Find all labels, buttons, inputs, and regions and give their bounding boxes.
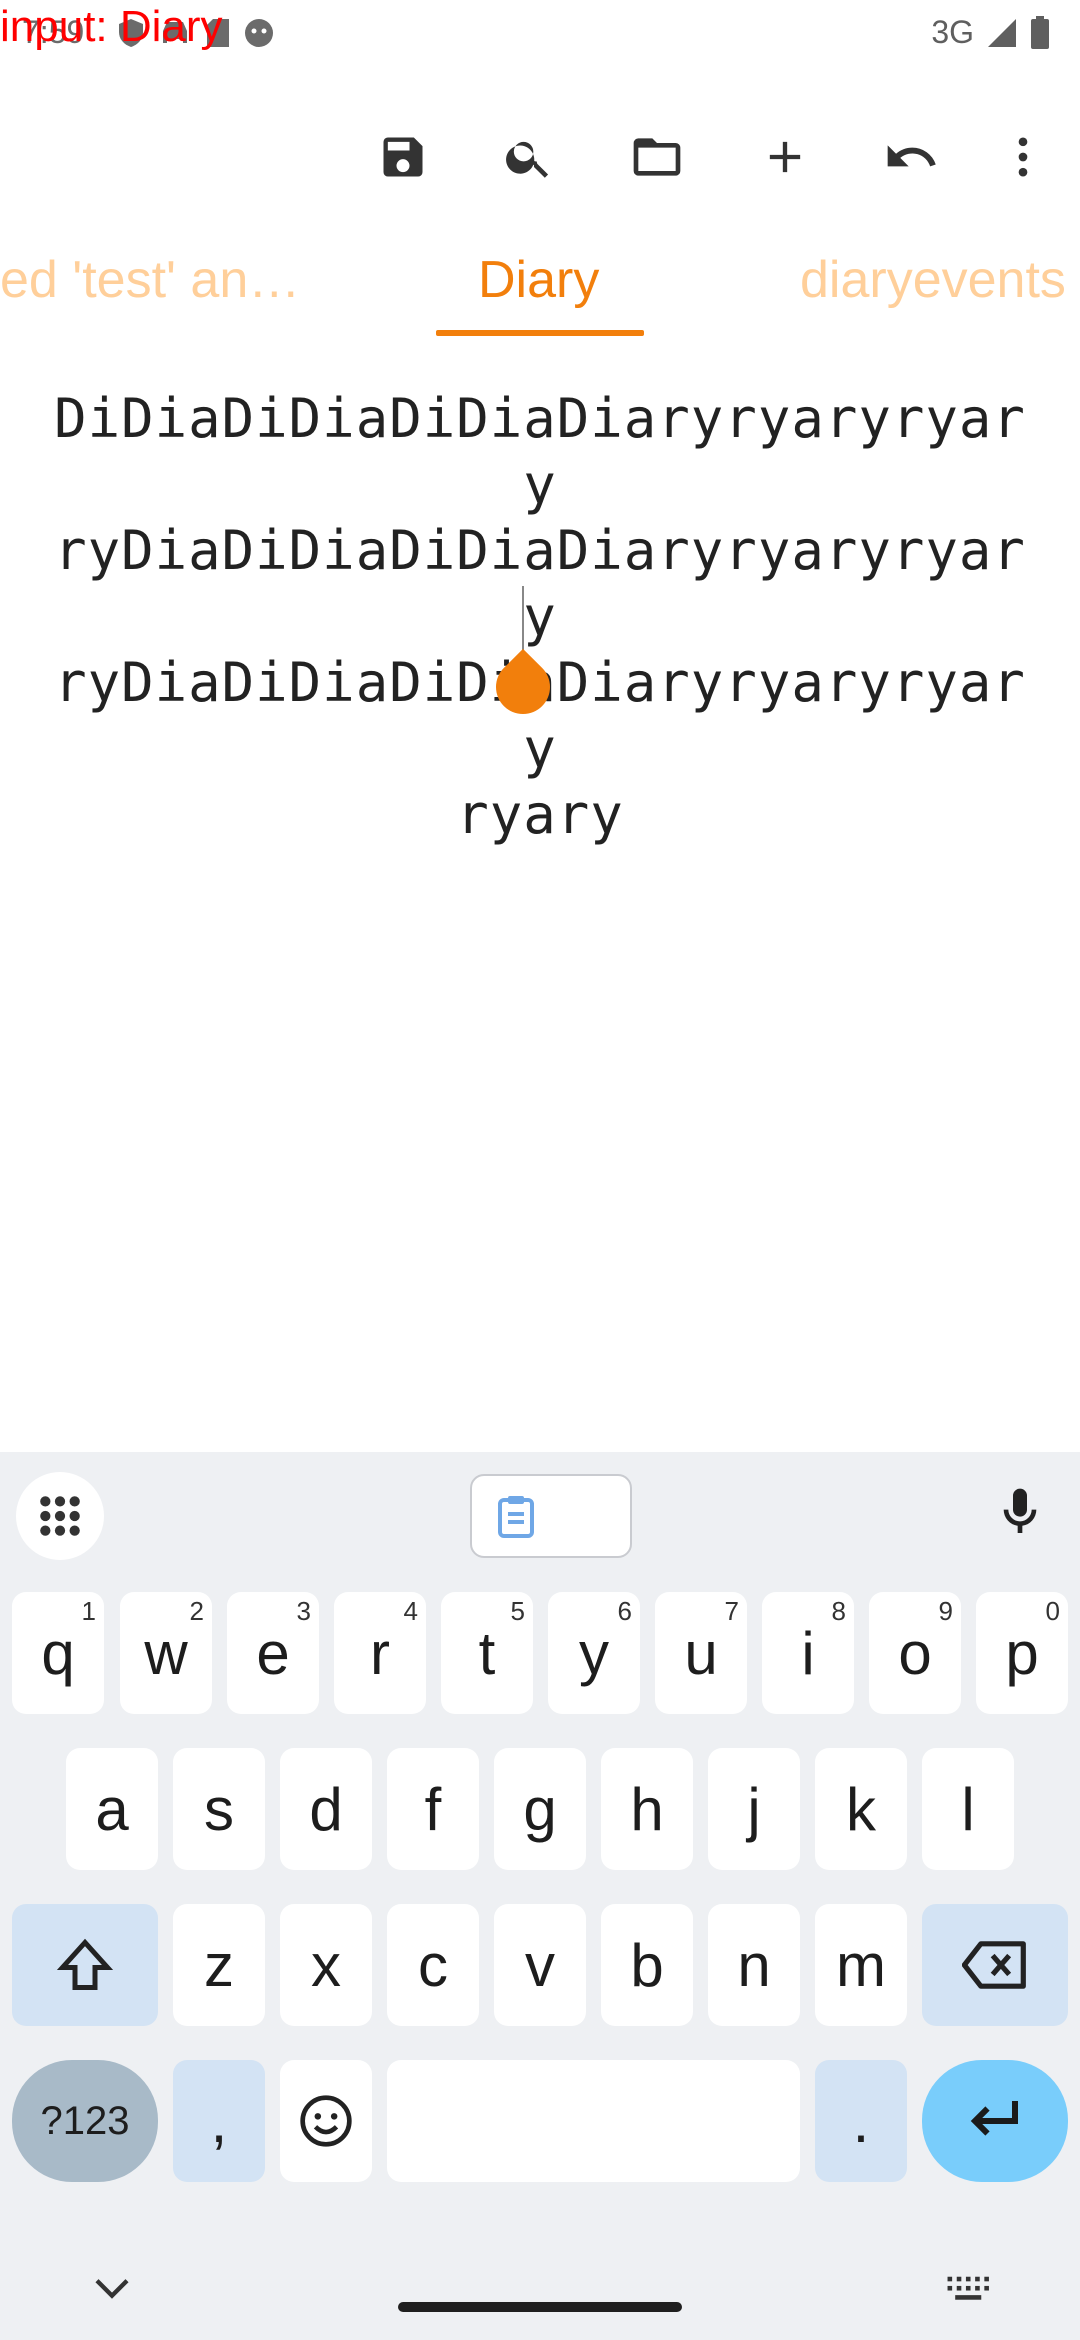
- key-m[interactable]: m: [815, 1904, 907, 2026]
- voice-input-button[interactable]: [992, 1484, 1048, 1545]
- comma-key[interactable]: ,: [173, 2060, 265, 2182]
- key-z[interactable]: z: [173, 1904, 265, 2026]
- key-i[interactable]: i8: [762, 1592, 854, 1714]
- tab-previous[interactable]: ed 'test' an…: [0, 250, 300, 310]
- key-l[interactable]: l: [922, 1748, 1014, 1870]
- keyboard-toolbar: [0, 1452, 1080, 1562]
- editor-line: ryary: [456, 783, 624, 846]
- soft-keyboard: q1 w2 e3 r4 t5 y6 u7 i8 o9 p0 a s d f g …: [0, 1452, 1080, 2340]
- key-y[interactable]: y6: [548, 1592, 640, 1714]
- editor-line: DiDiaDiDiaDiDiaDiaryryaryryary: [54, 387, 1026, 516]
- key-b[interactable]: b: [601, 1904, 693, 2026]
- folder-icon: [633, 138, 681, 176]
- key-t[interactable]: t5: [441, 1592, 533, 1714]
- keyboard-nav-bar: [0, 2222, 1080, 2340]
- battery-icon: [1031, 15, 1049, 49]
- key-a[interactable]: a: [66, 1748, 158, 1870]
- key-h[interactable]: h: [601, 1748, 693, 1870]
- enter-icon: [970, 2101, 1018, 2136]
- file-tabs: ed 'test' an… Diary diaryevents: [0, 240, 1080, 340]
- gesture-nav-handle[interactable]: [398, 2302, 682, 2312]
- shift-icon: [56, 1938, 114, 1990]
- key-r[interactable]: r4: [334, 1592, 426, 1714]
- tab-diary[interactable]: Diary: [478, 250, 599, 310]
- key-k[interactable]: k: [815, 1748, 907, 1870]
- status-bar: 7:59 input: Diary 3G: [0, 0, 1080, 72]
- key-o[interactable]: o9: [869, 1592, 961, 1714]
- key-c[interactable]: c: [387, 1904, 479, 2026]
- key-s[interactable]: s: [173, 1748, 265, 1870]
- status-right: 3G: [931, 14, 1050, 51]
- key-g[interactable]: g: [494, 1748, 586, 1870]
- key-w[interactable]: w2: [120, 1592, 212, 1714]
- editor-line: ryDiaDiDiaDiDiaDiaryryaryryary: [54, 519, 1026, 648]
- open-folder-button[interactable]: [612, 112, 702, 202]
- emoji-key[interactable]: [280, 2060, 372, 2182]
- more-options-button[interactable]: [978, 112, 1068, 202]
- key-j[interactable]: j: [708, 1748, 800, 1870]
- key-x[interactable]: x: [280, 1904, 372, 2026]
- grid-icon: [40, 1496, 80, 1536]
- microphone-icon: [1003, 1488, 1037, 1533]
- space-key[interactable]: [387, 2060, 800, 2182]
- backspace-icon: [962, 1941, 1026, 1989]
- undo-button[interactable]: [866, 112, 956, 202]
- chevron-down-icon[interactable]: [92, 2274, 132, 2304]
- clipboard-button[interactable]: [470, 1474, 632, 1558]
- symbols-key[interactable]: ?123: [12, 2060, 158, 2182]
- text-editor[interactable]: DiDiaDiDiaDiDiaDiaryryaryryary ryDiaDiDi…: [40, 386, 1040, 848]
- active-tab-indicator: [436, 330, 644, 336]
- key-p[interactable]: p0: [976, 1592, 1068, 1714]
- key-d[interactable]: d: [280, 1748, 372, 1870]
- key-v[interactable]: v: [494, 1904, 586, 2026]
- key-e[interactable]: e3: [227, 1592, 319, 1714]
- add-icon: [769, 141, 801, 173]
- emoji-icon: [300, 2095, 352, 2147]
- network-type: 3G: [931, 14, 974, 50]
- toolbar: [0, 112, 1080, 202]
- save-icon: [383, 137, 423, 177]
- more-vert-icon: [1018, 137, 1028, 177]
- debug-input-label: input: Diary: [0, 2, 223, 51]
- key-q[interactable]: q1: [12, 1592, 104, 1714]
- android-face-icon: [245, 19, 273, 47]
- key-u[interactable]: u7: [655, 1592, 747, 1714]
- save-button[interactable]: [358, 112, 448, 202]
- signal-icon: [988, 18, 1016, 47]
- period-key[interactable]: .: [815, 2060, 907, 2182]
- search-icon: [506, 141, 549, 178]
- keyboard-switch-icon[interactable]: [946, 2274, 992, 2304]
- clipboard-icon: [498, 1496, 534, 1538]
- key-f[interactable]: f: [387, 1748, 479, 1870]
- text-cursor: [522, 586, 524, 652]
- search-button[interactable]: [484, 112, 574, 202]
- backspace-key[interactable]: [922, 1904, 1068, 2026]
- keyboard-menu-button[interactable]: [16, 1472, 104, 1560]
- tab-diaryevents[interactable]: diaryevents: [800, 250, 1066, 310]
- undo-icon: [887, 145, 936, 167]
- shift-key[interactable]: [12, 1904, 158, 2026]
- key-n[interactable]: n: [708, 1904, 800, 2026]
- add-button[interactable]: [740, 112, 830, 202]
- enter-key[interactable]: [922, 2060, 1068, 2182]
